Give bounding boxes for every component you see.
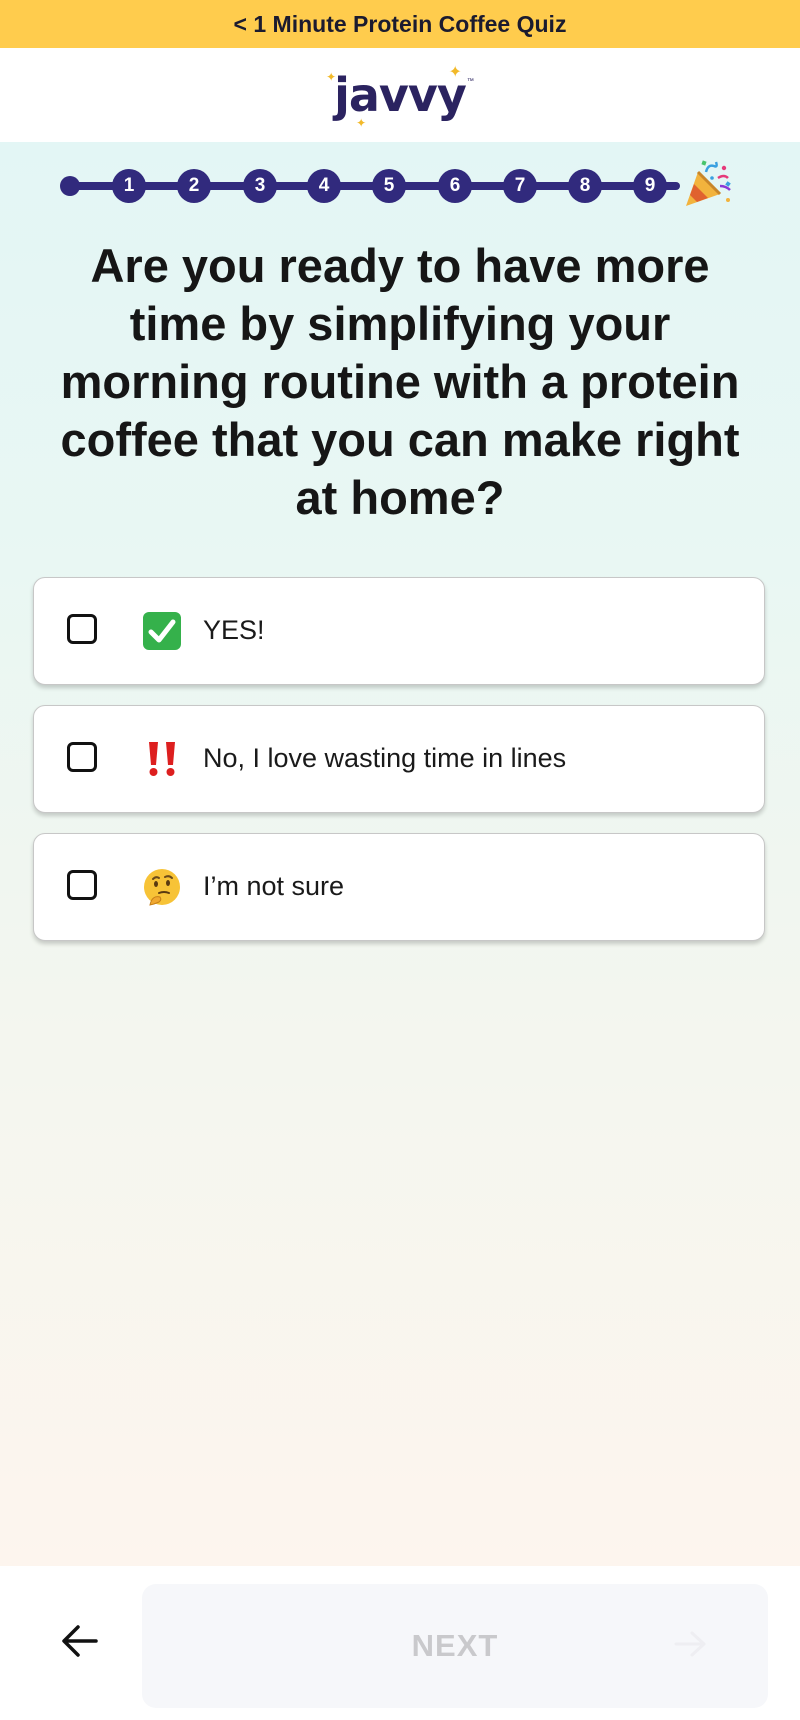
arrow-left-icon (62, 1625, 98, 1657)
progress-step-9: 9 (633, 169, 667, 203)
quiz-banner: < 1 Minute Protein Coffee Quiz (0, 0, 800, 48)
sparkle-icon: ✦ (448, 64, 462, 81)
next-label: NEXT (411, 1628, 499, 1663)
double-exclamation-icon (142, 739, 182, 779)
progress-step-5: 5 (372, 169, 406, 203)
progress-step-4: 4 (307, 169, 341, 203)
next-button[interactable]: NEXT (142, 1584, 768, 1708)
arrow-right-icon (674, 1631, 706, 1657)
progress-tracker: 1 2 3 4 5 6 7 8 9 (0, 142, 800, 227)
quiz-footer: NEXT (0, 1566, 800, 1720)
trademark-mark: ™ (466, 78, 474, 85)
option-label: No, I love wasting time in lines (203, 743, 567, 773)
check-mark-button-icon (142, 611, 182, 651)
answer-option-not-sure[interactable]: I’m not sure (33, 833, 765, 941)
sparkle-icon: ✦ (356, 116, 367, 130)
progress-start-dot (60, 176, 80, 196)
progress-step-8: 8 (568, 169, 602, 203)
option-checkbox[interactable] (67, 742, 97, 772)
question-heading: Are you ready to have more time by simpl… (60, 239, 740, 524)
progress-step-2: 2 (177, 169, 211, 203)
answer-option-no[interactable]: No, I love wasting time in lines (33, 705, 765, 813)
party-popper-icon (686, 160, 731, 206)
progress-step-7: 7 (503, 169, 537, 203)
progress-step-6: 6 (438, 169, 472, 203)
back-button[interactable] (50, 1611, 110, 1671)
sparkle-icon: ✦ (326, 70, 337, 84)
site-header: ✦ ✦ ✦ javvy ™ (0, 48, 800, 142)
progress-step-3: 3 (243, 169, 277, 203)
banner-text: < 1 Minute Protein Coffee Quiz (233, 10, 567, 37)
answer-option-yes[interactable]: YES! (33, 577, 765, 685)
option-checkbox[interactable] (67, 870, 97, 900)
logo-wordmark: javvy (334, 68, 467, 122)
option-label: I’m not sure (203, 871, 345, 901)
thinking-face-icon (142, 867, 182, 907)
option-checkbox[interactable] (67, 614, 97, 644)
progress-step-1: 1 (112, 169, 146, 203)
quiz-content: 1 2 3 4 5 6 7 8 9 Are you ready to have … (0, 142, 800, 1566)
option-label: YES! (203, 615, 265, 645)
javvy-logo[interactable]: ✦ ✦ ✦ javvy ™ (326, 64, 474, 130)
